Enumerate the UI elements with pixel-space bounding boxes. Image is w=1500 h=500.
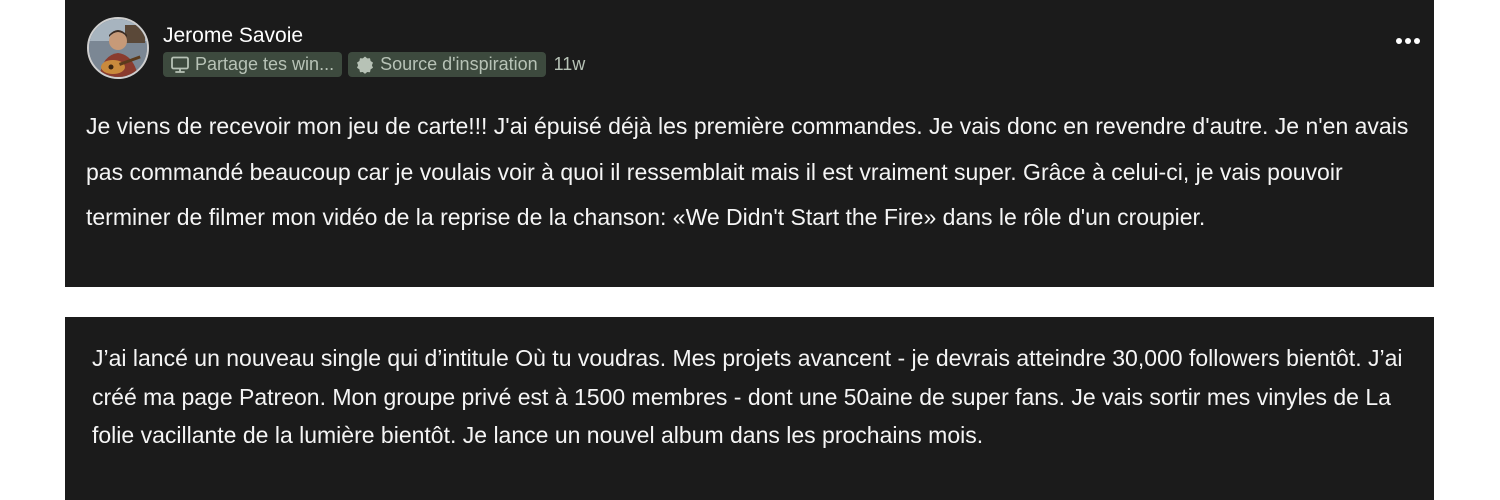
- post-card: Jerome Savoie Partage tes win... Source …: [65, 0, 1434, 287]
- monitor-icon: [170, 56, 190, 74]
- badge-chip-label: Source d'inspiration: [380, 54, 538, 74]
- badge-chip[interactable]: Source d'inspiration: [348, 52, 546, 77]
- author-avatar[interactable]: [87, 17, 149, 79]
- author-name[interactable]: Jerome Savoie: [163, 23, 303, 49]
- space-chip[interactable]: Partage tes win...: [163, 52, 343, 77]
- avatar-photo-icon: [89, 19, 147, 77]
- badge-icon: [355, 55, 375, 75]
- note-card: J’ai lancé un nouveau single qui d’intit…: [65, 317, 1434, 500]
- more-options-icon[interactable]: [1396, 38, 1420, 44]
- post-text: Je viens de recevoir mon jeu de carte!!!…: [86, 113, 1409, 230]
- post-timestamp[interactable]: 11w: [554, 54, 586, 75]
- space-chip-label: Partage tes win...: [195, 54, 335, 74]
- post-meta: Partage tes win... Source d'inspiration …: [163, 52, 585, 77]
- note-text: J’ai lancé un nouveau single qui d’intit…: [92, 345, 1403, 448]
